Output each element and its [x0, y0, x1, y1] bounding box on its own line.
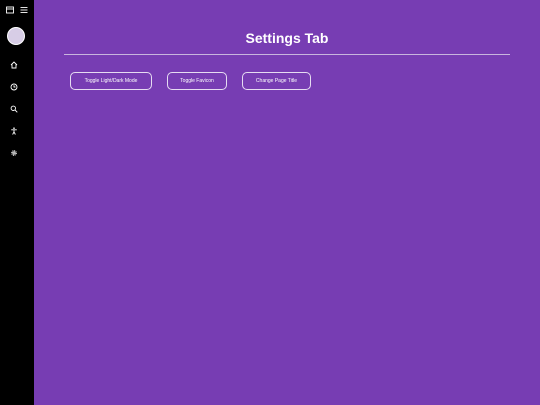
page-title: Settings Tab	[245, 30, 329, 46]
clock-icon[interactable]	[10, 83, 18, 91]
main-content: Settings Tab Toggle Light/Dark Mode Togg…	[34, 0, 540, 405]
home-icon[interactable]	[10, 61, 18, 69]
title-divider	[64, 54, 510, 55]
toggle-light-dark-mode-button[interactable]: Toggle Light/Dark Mode	[70, 72, 152, 90]
change-page-title-button[interactable]: Change Page Title	[242, 72, 311, 90]
toggle-favicon-button[interactable]: Toggle Favicon	[167, 72, 227, 90]
accessibility-icon[interactable]	[10, 127, 18, 135]
search-icon[interactable]	[10, 105, 18, 113]
window-icon[interactable]	[6, 6, 14, 14]
avatar[interactable]	[7, 27, 25, 45]
gear-icon[interactable]	[10, 149, 18, 157]
sidebar	[0, 0, 34, 405]
hamburger-menu-icon[interactable]	[20, 6, 28, 14]
sidebar-top-controls	[6, 6, 28, 14]
